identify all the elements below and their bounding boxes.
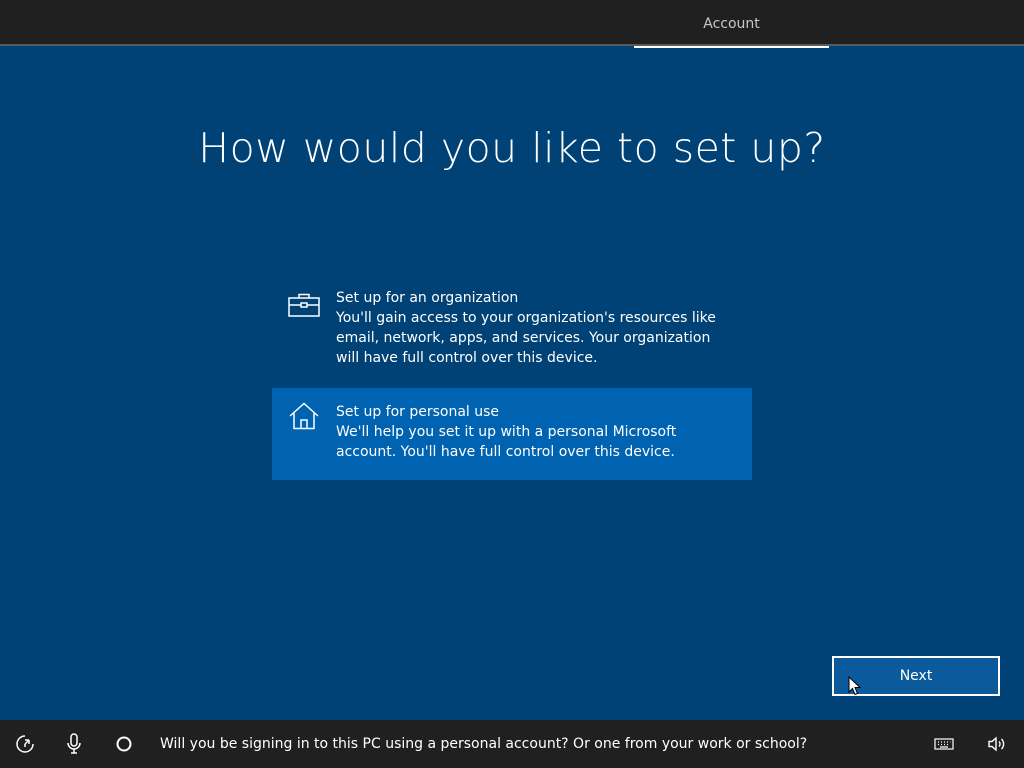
- briefcase-icon: [288, 291, 320, 319]
- option-organization-title: Set up for an organization: [336, 290, 519, 306]
- option-personal-title: Set up for personal use: [336, 404, 500, 420]
- tab-account: Account: [634, 0, 829, 48]
- bottom-bar: Will you be signing in to this PC using …: [0, 720, 1024, 768]
- volume-icon[interactable]: [985, 732, 1009, 756]
- mouse-cursor-icon: [848, 676, 862, 696]
- top-bar: Account: [0, 0, 1024, 48]
- keyboard-icon[interactable]: [932, 732, 956, 756]
- page-title: How would you like to set up?: [198, 124, 826, 172]
- option-organization[interactable]: Set up for an organization You'll gain a…: [272, 288, 752, 380]
- cortana-icon[interactable]: [112, 732, 136, 756]
- option-personal-use[interactable]: Set up for personal use We'll help you s…: [272, 388, 752, 480]
- cortana-prompt: Will you be signing in to this PC using …: [160, 736, 808, 752]
- option-personal-description: We'll help you set it up with a personal…: [336, 424, 677, 460]
- option-organization-description: You'll gain access to your organization'…: [336, 310, 716, 366]
- microphone-icon[interactable]: [62, 732, 86, 756]
- home-icon: [288, 402, 320, 430]
- ease-of-access-icon[interactable]: [13, 732, 37, 756]
